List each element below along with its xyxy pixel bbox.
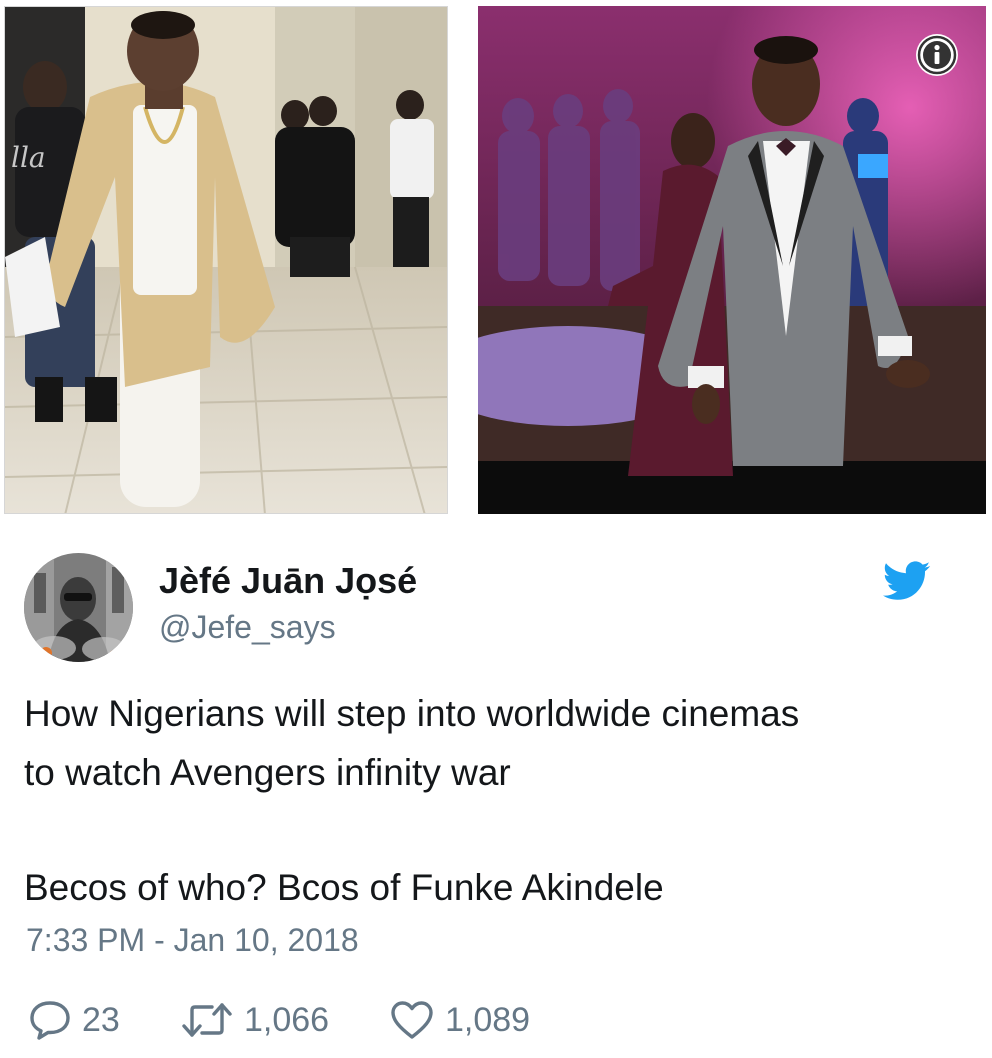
twitter-bird-icon[interactable] <box>882 561 931 603</box>
heart-icon <box>391 1001 433 1039</box>
tweet-timestamp[interactable]: 7:33 PM - Jan 10, 2018 <box>26 922 359 959</box>
retweet-icon <box>182 1003 232 1037</box>
tweet-media: lla <box>0 0 992 516</box>
display-name[interactable]: Jèfé Juān Jọsé <box>159 560 417 602</box>
avatar[interactable] <box>24 553 133 662</box>
left-photo-image: lla <box>5 7 447 513</box>
left-photo-watermark: lla <box>11 141 46 174</box>
right-photo[interactable] <box>478 6 986 514</box>
tweet-text-line: to watch Avengers infinity war <box>24 752 511 793</box>
avatar-image <box>24 553 133 662</box>
twitter-logo <box>882 561 931 600</box>
reply-count: 23 <box>82 1000 120 1039</box>
like-count: 1,089 <box>445 1000 531 1039</box>
retweet-button[interactable]: 1,066 <box>180 997 329 1043</box>
left-photo[interactable]: lla <box>4 6 448 514</box>
reply-icon <box>30 1001 70 1040</box>
tweet-text: How Nigerians will step into worldwide c… <box>24 684 954 917</box>
retweet-count: 1,066 <box>244 1000 330 1039</box>
info-icon <box>917 35 957 75</box>
like-button[interactable]: 1,089 <box>389 997 530 1043</box>
right-photo-image <box>478 6 986 514</box>
tweet-text-line: Becos of who? Bcos of Funke Akindele <box>24 867 664 908</box>
reply-button[interactable]: 23 <box>28 997 120 1043</box>
info-button[interactable] <box>916 34 958 76</box>
user-handle[interactable]: @Jefe_says <box>159 609 336 646</box>
tweet-text-line: How Nigerians will step into worldwide c… <box>24 693 800 734</box>
